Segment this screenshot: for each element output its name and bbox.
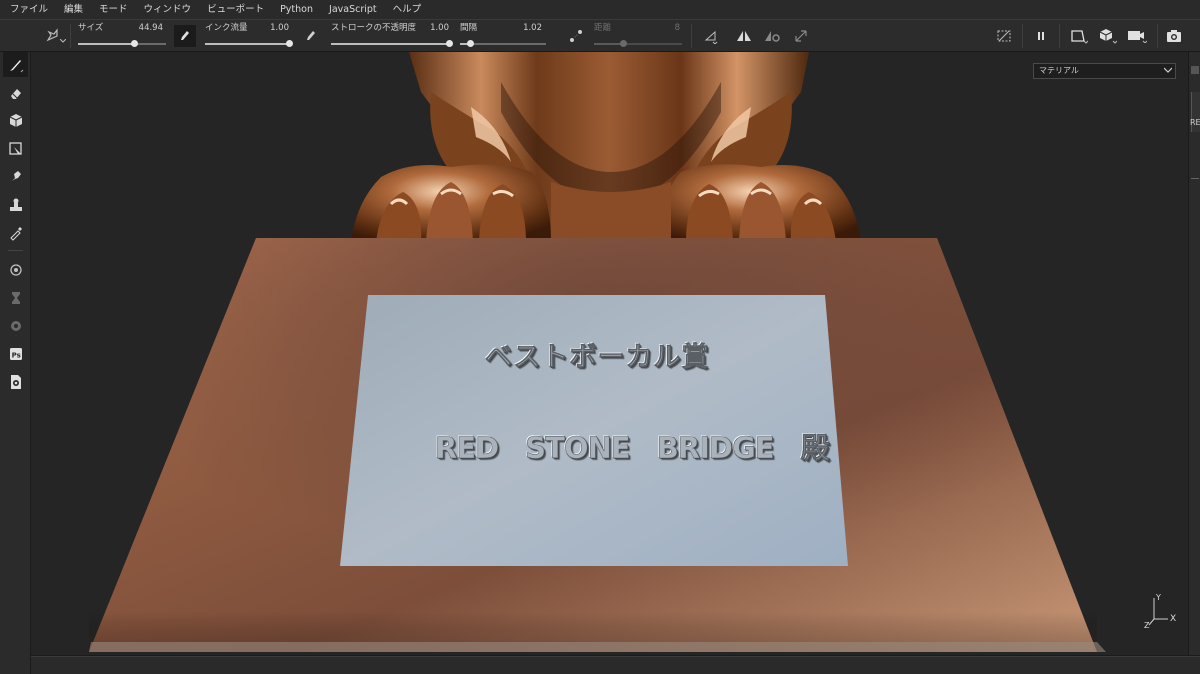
chevron-down-icon xyxy=(1164,67,1172,73)
menu-mode[interactable]: モード xyxy=(91,0,136,19)
spacing-slider[interactable] xyxy=(460,40,546,47)
size-slider[interactable] xyxy=(78,40,166,47)
menu-window[interactable]: ウィンドウ xyxy=(136,0,200,19)
transform-icon[interactable] xyxy=(790,25,812,47)
render-mode-icon[interactable] xyxy=(1097,25,1119,47)
lazy-mouse-icon[interactable] xyxy=(565,25,587,47)
photoshop-icon[interactable]: Ps xyxy=(3,341,28,366)
menu-bar: ファイル 編集 モード ウィンドウ ビューポート Python JavaScri… xyxy=(0,0,1200,19)
paint-brush-icon[interactable] xyxy=(3,52,28,77)
menu-python[interactable]: Python xyxy=(272,0,321,19)
distance-slider xyxy=(594,40,682,47)
flow-value[interactable]: 1.00 xyxy=(249,23,289,33)
bottom-panel xyxy=(31,655,1200,674)
screenshot-icon[interactable] xyxy=(1163,25,1185,47)
polygon-fill-icon[interactable] xyxy=(3,136,28,161)
stroke-opacity-slider-fill xyxy=(331,43,449,45)
menu-help[interactable]: ヘルプ xyxy=(385,0,430,19)
plaque-name-text: RED STONE BRIDGE 殿 xyxy=(435,431,830,466)
svg-text:Ps: Ps xyxy=(11,351,20,359)
chevron-down-icon xyxy=(60,39,66,43)
axis-z-label: Z xyxy=(1144,621,1150,630)
flow-slider-fill xyxy=(205,43,289,45)
camera-view-icon[interactable] xyxy=(1068,25,1090,47)
plaque-title-text: ベストボーカル賞 xyxy=(485,342,710,374)
distance-value: 8 xyxy=(674,23,680,33)
3d-viewport[interactable]: ベストボーカル賞 RED STONE BRIDGE 殿 マテリアル Y X Z xyxy=(31,52,1188,655)
flow-slider[interactable] xyxy=(205,40,293,47)
spacing-label: 間隔 xyxy=(460,23,478,33)
stroke-opacity-label: ストロークの不透明度 xyxy=(331,23,417,33)
tool-bar: Ps xyxy=(0,52,31,674)
distance-slider-fill xyxy=(594,43,624,45)
flow-slider-thumb[interactable] xyxy=(285,40,293,47)
stroke-opacity-slider-thumb[interactable] xyxy=(445,40,453,47)
symmetry-mode-icon[interactable] xyxy=(700,25,722,47)
panel-divider xyxy=(1191,178,1199,179)
size-slider-fill xyxy=(78,43,135,45)
axis-gizmo: Y X Z xyxy=(1140,593,1180,635)
menu-file[interactable]: ファイル xyxy=(2,0,56,19)
size-label: サイズ xyxy=(78,23,104,33)
axis-y-label: Y xyxy=(1156,593,1161,602)
brush-alignment-icon[interactable] xyxy=(174,25,196,47)
clone-icon[interactable] xyxy=(3,192,28,217)
video-camera-icon[interactable] xyxy=(1126,25,1148,47)
material-select[interactable]: マテリアル xyxy=(1033,63,1176,79)
axis-x-label: X xyxy=(1170,614,1177,624)
menu-viewport[interactable]: ビューポート xyxy=(199,0,272,19)
size-slider-thumb[interactable] xyxy=(130,40,138,47)
spacing-slider-thumb[interactable] xyxy=(466,40,474,47)
right-panel-strip: RE xyxy=(1188,52,1200,655)
menu-javascript[interactable]: JavaScript xyxy=(321,0,385,19)
eraser-icon[interactable] xyxy=(3,80,28,105)
stroke-opacity-value[interactable]: 1.00 xyxy=(409,23,449,33)
stroke-opacity-slider[interactable] xyxy=(331,40,453,47)
projection-icon[interactable] xyxy=(3,108,28,133)
right-strip-label: RE xyxy=(1190,118,1200,127)
iray-icon[interactable] xyxy=(3,285,28,310)
pause-icon[interactable] xyxy=(1030,25,1052,47)
stroke-icon[interactable] xyxy=(300,25,322,47)
bake-icon[interactable] xyxy=(3,257,28,282)
spacing-value[interactable]: 1.02 xyxy=(502,23,542,33)
substance-icon[interactable] xyxy=(3,313,28,338)
symmetry-icon[interactable] xyxy=(733,25,755,47)
export-icon[interactable] xyxy=(3,369,28,394)
hide-icon[interactable] xyxy=(993,25,1015,47)
symmetry-settings-icon[interactable] xyxy=(762,25,784,47)
tool-options-bar: サイズ 44.94 インク流量 1.00 ストロークの不透明度 1.00 間隔 … xyxy=(0,19,1200,52)
panel-handle[interactable] xyxy=(1191,66,1199,74)
color-picker-icon[interactable] xyxy=(3,220,28,245)
distance-label: 距離 xyxy=(594,23,612,33)
smudge-icon[interactable] xyxy=(3,164,28,189)
size-value[interactable]: 44.94 xyxy=(123,23,163,33)
flow-label: インク流量 xyxy=(205,23,248,33)
distance-slider-thumb xyxy=(619,40,627,47)
menu-edit[interactable]: 編集 xyxy=(56,0,91,19)
material-select-value: マテリアル xyxy=(1039,66,1079,75)
